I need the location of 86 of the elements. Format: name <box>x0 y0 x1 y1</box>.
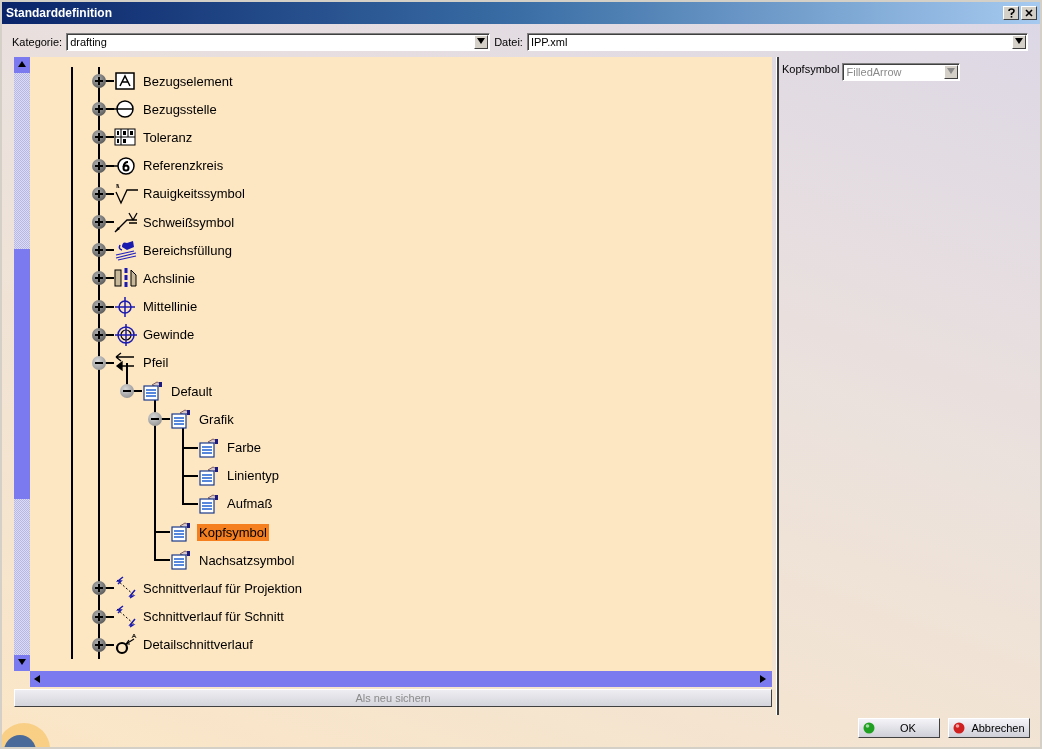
tree-item-label[interactable]: Mittellinie <box>141 298 200 316</box>
expand-button[interactable] <box>92 74 106 89</box>
category-dropdown[interactable]: drafting <box>66 33 491 51</box>
plus-icon <box>95 246 103 255</box>
tree-item-label[interactable]: Default <box>169 382 215 400</box>
settings-sheet-icon <box>198 465 220 486</box>
expand-button[interactable] <box>92 581 106 596</box>
close-icon <box>1025 9 1033 17</box>
close-button[interactable] <box>1021 6 1037 20</box>
tree-item-label[interactable]: Linientyp <box>225 467 282 485</box>
expand-button[interactable] <box>92 299 106 314</box>
settings-sheet-icon <box>198 493 220 514</box>
arrows-icon <box>114 351 136 374</box>
tree-item-label[interactable]: Kopfsymbol <box>197 523 269 541</box>
status-dot-icon <box>953 722 965 734</box>
cancel-button[interactable]: Abbrechen <box>948 718 1030 738</box>
tree-item-label[interactable]: Detailschnittverlauf <box>141 636 255 654</box>
ok-button[interactable]: OK <box>858 718 940 738</box>
tree-item-label[interactable]: Grafik <box>197 410 236 428</box>
scroll-down-button[interactable] <box>14 655 30 671</box>
expand-button[interactable] <box>92 243 106 258</box>
fill-bucket-icon <box>114 239 138 262</box>
expand-button[interactable] <box>92 637 106 652</box>
plus-icon <box>95 77 103 86</box>
window-title: Standarddefinition <box>6 6 112 20</box>
tree-item-label[interactable]: Schnittverlauf für Projektion <box>141 579 304 597</box>
detail-circle-icon <box>114 632 138 657</box>
plus-icon <box>95 640 103 649</box>
plus-icon <box>95 105 103 114</box>
crosshair-icon <box>114 295 136 318</box>
triangle-up-icon <box>17 60 27 70</box>
tree-item-label[interactable]: Aufmaß <box>225 495 275 513</box>
file-label: Datei: <box>494 36 523 48</box>
tree-item-label[interactable]: Nachsatzsymbol <box>197 551 297 569</box>
plus-icon <box>95 330 103 339</box>
settings-sheet-icon <box>142 381 164 402</box>
expand-button[interactable] <box>92 102 106 117</box>
tree-item-label[interactable]: Bereichsfüllung <box>141 241 234 259</box>
scroll-up-button[interactable] <box>14 57 30 73</box>
tree-item-label[interactable]: Bezugselement <box>141 72 235 90</box>
collapse-button[interactable] <box>92 355 106 370</box>
plus-icon <box>95 161 103 170</box>
collapse-button[interactable] <box>148 412 162 427</box>
tree-item-label[interactable]: Bezugsstelle <box>141 100 219 118</box>
expand-button[interactable] <box>92 327 106 342</box>
triangle-left-icon <box>33 674 43 684</box>
collapse-button[interactable] <box>120 384 134 399</box>
plus-icon <box>95 274 103 283</box>
tree-item-label[interactable]: Schnittverlauf für Schnitt <box>141 608 286 626</box>
expand-button[interactable] <box>92 215 106 230</box>
horizontal-scrollbar[interactable] <box>30 671 772 687</box>
roughness-icon <box>114 182 138 205</box>
tree-item-label[interactable]: Toleranz <box>141 128 195 146</box>
tree-item-label[interactable]: Schweißsymbol <box>141 213 237 231</box>
plus-icon <box>95 133 103 142</box>
vertical-scrollbar[interactable] <box>14 57 30 671</box>
tree-item-label[interactable]: Rauigkeitssymbol <box>141 185 247 203</box>
tree-item-label[interactable]: Gewinde <box>141 326 197 344</box>
help-icon <box>1007 8 1015 18</box>
scroll-thumb[interactable] <box>14 249 30 499</box>
tree-item-label[interactable]: Farbe <box>225 439 263 457</box>
section-arrows-icon <box>114 604 138 629</box>
tree-item-label[interactable]: Referenzkreis <box>141 157 226 175</box>
expand-button[interactable] <box>92 130 106 145</box>
expand-button[interactable] <box>92 186 106 201</box>
section-arrows-icon <box>114 576 138 601</box>
tree-item-label[interactable]: Achslinie <box>141 269 198 287</box>
expand-button[interactable] <box>92 609 106 624</box>
expand-button[interactable] <box>92 271 106 286</box>
category-label: Kategorie: <box>12 36 63 48</box>
property-label: Kopfsymbol <box>782 63 840 75</box>
settings-sheet-icon <box>170 550 192 571</box>
settings-sheet-icon <box>170 522 192 543</box>
plus-icon <box>95 584 103 593</box>
plus-icon <box>95 189 103 198</box>
file-dropdown[interactable]: IPP.xml <box>526 33 1028 51</box>
plus-icon <box>95 612 103 621</box>
plus-icon <box>95 218 103 227</box>
weld-icon <box>114 211 138 234</box>
status-dot-icon <box>863 722 875 734</box>
help-button[interactable] <box>1003 6 1019 20</box>
settings-sheet-icon <box>170 409 192 430</box>
settings-sheet-icon <box>198 437 220 458</box>
plus-icon <box>95 302 103 311</box>
expand-button[interactable] <box>92 158 106 173</box>
tree-item-label[interactable]: Pfeil <box>141 354 171 372</box>
